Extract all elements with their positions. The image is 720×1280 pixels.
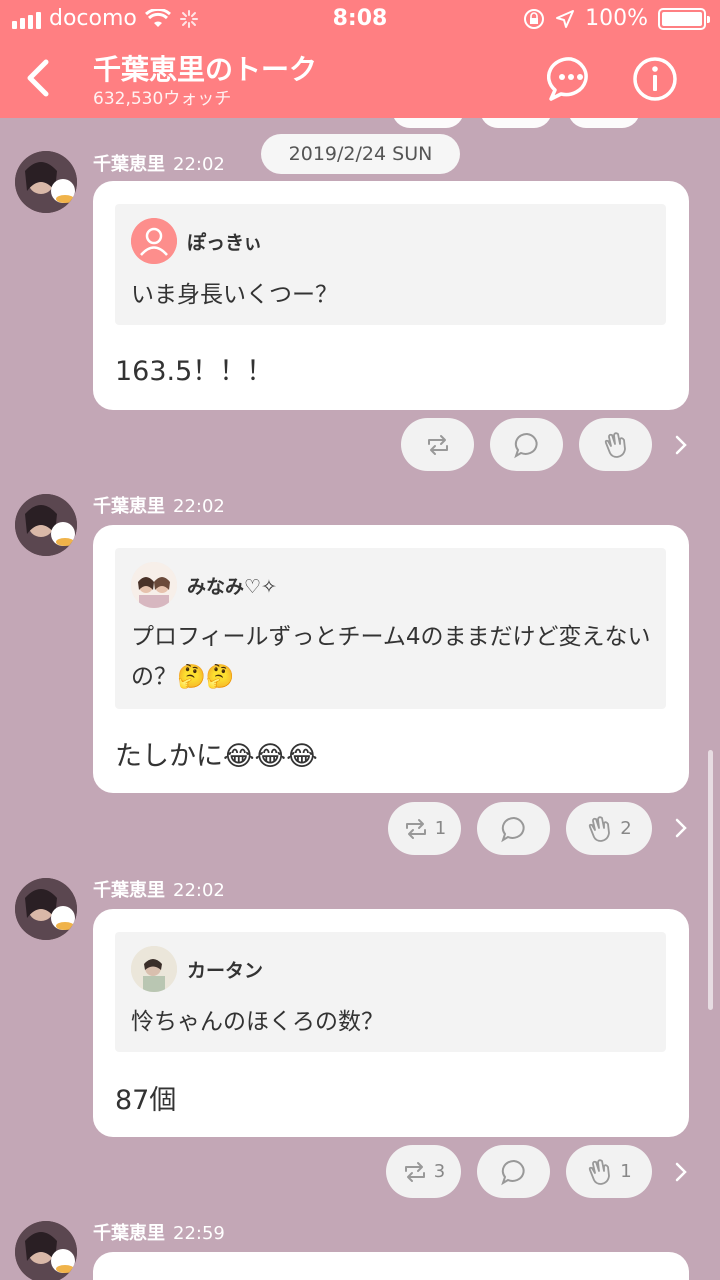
- location-icon: [556, 9, 575, 28]
- chevron-right-icon[interactable]: [671, 1160, 691, 1184]
- post-actions: 1 2: [388, 802, 652, 855]
- repost-count: 3: [433, 1161, 446, 1182]
- reply-text: たしかに😂😂😂: [115, 741, 318, 772]
- battery-percent: 100%: [585, 6, 648, 31]
- post-meta: 千葉恵里 22:59: [93, 1219, 225, 1245]
- chevron-right-icon[interactable]: [671, 816, 691, 840]
- status-bar: docomo 8:08 100%: [0, 0, 720, 40]
- post-meta: 千葉恵里 22:02: [93, 150, 225, 176]
- post-meta: 千葉恵里 22:02: [93, 492, 225, 518]
- clap-button[interactable]: 1: [566, 1145, 652, 1198]
- quote-text: 怜ちゃんのほくろの数？: [131, 1009, 384, 1035]
- post-actions: 3 1: [386, 1145, 652, 1198]
- quote-author: ぽっきぃ: [187, 231, 263, 254]
- chat-bubble-icon[interactable]: [547, 55, 595, 103]
- comment-button[interactable]: [477, 1145, 550, 1198]
- page-title: 千葉恵里のトーク: [93, 53, 318, 86]
- comment-button[interactable]: [490, 418, 563, 471]
- repost-button[interactable]: [401, 418, 474, 471]
- date-separator: 2019/2/24 SUN: [261, 134, 460, 174]
- repost-icon: [404, 1161, 425, 1182]
- quote-text: プロフィールずっとチーム4のままだけど変えないの？🤔🤔: [131, 624, 651, 690]
- message-card[interactable]: [93, 1252, 689, 1280]
- avatar[interactable]: [15, 494, 77, 556]
- message-card[interactable]: カータン 怜ちゃんのほくろの数？ 87個: [93, 909, 689, 1137]
- user-avatar: [131, 946, 177, 992]
- repost-count: 1: [434, 818, 447, 839]
- info-icon[interactable]: [631, 55, 679, 103]
- quoted-question[interactable]: カータン 怜ちゃんのほくろの数？: [115, 932, 666, 1052]
- quote-author: みなみ♡✧: [187, 575, 277, 598]
- repost-icon: [427, 434, 448, 455]
- reply-text: 163.5！！！: [115, 356, 274, 387]
- comment-icon: [513, 432, 538, 458]
- user-default-icon: [131, 218, 177, 264]
- post-time: 22:02: [173, 880, 225, 901]
- reply-text: 87個: [115, 1085, 177, 1116]
- post-time: 22:59: [173, 1223, 225, 1244]
- repost-button[interactable]: 3: [386, 1145, 461, 1198]
- author-name: 千葉恵里: [93, 880, 165, 901]
- user-avatar: [131, 562, 177, 608]
- avatar[interactable]: [15, 151, 77, 213]
- clap-button[interactable]: [579, 418, 652, 471]
- battery-icon: [658, 7, 710, 30]
- post-time: 22:02: [173, 496, 225, 517]
- repost-button[interactable]: 1: [388, 802, 461, 855]
- clap-count: 1: [620, 1161, 632, 1182]
- clap-button[interactable]: 2: [566, 802, 652, 855]
- post-meta: 千葉恵里 22:02: [93, 876, 225, 902]
- clap-icon: [589, 1158, 611, 1185]
- chevron-right-icon[interactable]: [671, 433, 691, 457]
- clap-icon: [589, 815, 611, 842]
- message-card[interactable]: みなみ♡✧ プロフィールずっとチーム4のままだけど変えないの？🤔🤔 たしかに😂😂…: [93, 525, 689, 793]
- quote-author: カータン: [187, 959, 264, 982]
- rotation-lock-icon: [524, 8, 545, 29]
- comment-icon: [500, 1159, 525, 1185]
- post-actions: [401, 418, 652, 471]
- repost-icon: [405, 818, 426, 839]
- avatar[interactable]: [15, 878, 77, 940]
- chevron-left-icon[interactable]: [20, 56, 60, 100]
- app-header: docomo 8:08 100% 千葉恵里のトーク 632,530ウォッチ: [0, 0, 720, 118]
- scrollbar[interactable]: [708, 750, 713, 1010]
- comment-button[interactable]: [477, 802, 550, 855]
- avatar[interactable]: [15, 1221, 77, 1280]
- author-name: 千葉恵里: [93, 496, 165, 517]
- quoted-question[interactable]: みなみ♡✧ プロフィールずっとチーム4のままだけど変えないの？🤔🤔: [115, 548, 666, 709]
- author-name: 千葉恵里: [93, 154, 165, 175]
- message-card[interactable]: ぽっきぃ いま身長いくつー？ 163.5！！！: [93, 181, 689, 410]
- comment-icon: [500, 816, 525, 842]
- clap-count: 2: [620, 818, 632, 839]
- post-time: 22:02: [173, 154, 225, 175]
- clap-icon: [604, 431, 626, 458]
- quote-text: いま身長いくつー？: [131, 282, 338, 308]
- watch-count: 632,530ウォッチ: [93, 89, 232, 109]
- author-name: 千葉恵里: [93, 1223, 165, 1244]
- quoted-question[interactable]: ぽっきぃ いま身長いくつー？: [115, 204, 666, 325]
